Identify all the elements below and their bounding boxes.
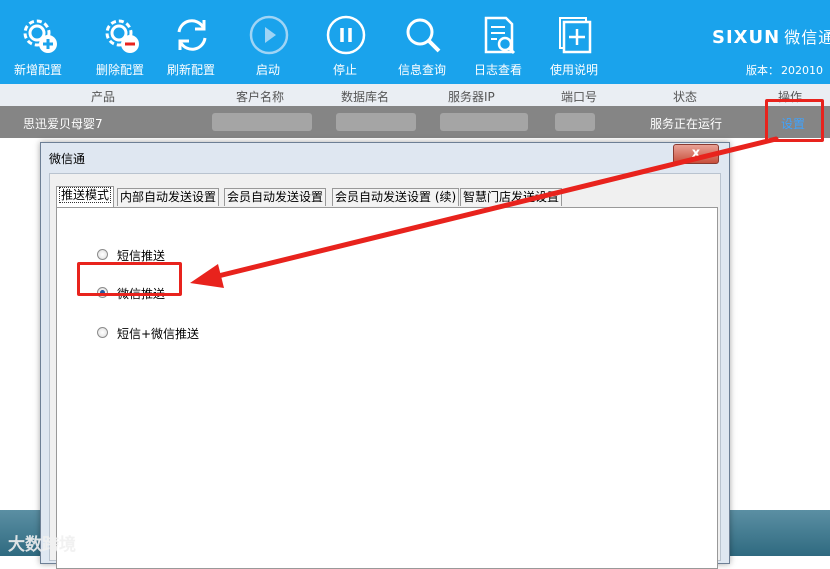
radio-unchecked-icon[interactable] <box>97 249 108 260</box>
annotation-box-wechat-push <box>77 262 182 296</box>
brand-name: SIXUN <box>712 27 781 48</box>
column-status: 状态 <box>673 90 698 104</box>
table-header: 产品 客户名称 数据库名 服务器IP 端口号 状态 操作 <box>0 84 830 106</box>
radio-sms-wechat-push-label: 短信+微信推送 <box>117 327 200 341</box>
tab-internal-auto-send-label: 内部自动发送设置 <box>120 190 217 204</box>
column-server-ip: 服务器IP <box>448 90 495 104</box>
column-product: 产品 <box>91 90 116 104</box>
log-view-button[interactable]: 日志查看 <box>463 0 533 84</box>
brand-logo: SIXUN 微信通 <box>712 24 830 48</box>
tab-push-mode[interactable]: 推送模式 <box>56 186 115 207</box>
delete-config-label: 删除配置 <box>95 63 144 77</box>
watermark-text: 大数跨境 <box>8 535 76 555</box>
manual-icon <box>559 17 592 54</box>
row-status: 服务正在运行 <box>650 117 723 131</box>
column-port: 端口号 <box>561 90 598 104</box>
refresh-icon <box>177 19 207 51</box>
wechat-dialog: 微信通 x 推送模式 内部自动发送设置 会员自动发送设置 会员自动发送设置 (续… <box>40 142 730 569</box>
tab-smart-store-send-label: 智慧门店发送设置 <box>463 190 560 204</box>
toolbar: 新增配置 删除配置 刷新配置 启动 停止 信息查询 日志查看 使用说明 SIXU… <box>0 0 830 84</box>
table-row[interactable]: 思迅爱贝母婴7 服务正在运行 设置 <box>0 106 830 138</box>
row-product: 思迅爱贝母婴7 <box>23 117 103 131</box>
version-label: 版本： <box>746 64 779 77</box>
refresh-config-button[interactable]: 刷新配置 <box>156 0 226 84</box>
stop-button[interactable]: 停止 <box>310 0 380 84</box>
user-manual-button[interactable]: 使用说明 <box>539 0 609 84</box>
info-query-button[interactable]: 信息查询 <box>387 0 457 84</box>
brand-subtitle: 微信通 <box>784 28 830 47</box>
tab-internal-auto-send[interactable]: 内部自动发送设置 <box>117 188 220 206</box>
log-view-label: 日志查看 <box>473 63 522 77</box>
column-customer-name: 客户名称 <box>236 90 285 104</box>
radio-unchecked-icon[interactable] <box>97 327 108 338</box>
gear-minus-icon <box>105 19 139 53</box>
close-button[interactable]: x <box>673 144 719 164</box>
delete-config-button[interactable]: 删除配置 <box>85 0 155 84</box>
version-info: 版本： 202010 <box>746 62 823 78</box>
stop-label: 停止 <box>332 63 357 77</box>
add-config-label: 新增配置 <box>13 63 62 77</box>
dialog-client: 推送模式 内部自动发送设置 会员自动发送设置 会员自动发送设置 (续) 智慧门店… <box>49 173 721 569</box>
play-icon <box>249 15 289 55</box>
start-label: 启动 <box>255 63 280 77</box>
watermark-logo: 大数跨境 <box>8 530 76 555</box>
gear-plus-icon <box>23 19 57 53</box>
tab-member-auto-send[interactable]: 会员自动发送设置 <box>224 188 327 206</box>
tab-member-auto-send-cont-label: 会员自动发送设置 (续) <box>335 190 457 204</box>
annotation-box-settings <box>765 99 824 142</box>
redacted-port <box>555 113 595 131</box>
tab-smart-store-send[interactable]: 智慧门店发送设置 <box>460 188 563 206</box>
user-manual-label: 使用说明 <box>549 63 598 77</box>
tab-member-auto-send-cont[interactable]: 会员自动发送设置 (续) <box>332 188 460 206</box>
search-icon <box>406 18 441 53</box>
pause-icon <box>326 15 366 55</box>
redacted-customer-name <box>212 113 312 131</box>
start-button[interactable]: 启动 <box>233 0 303 84</box>
log-search-icon <box>484 16 516 55</box>
refresh-config-label: 刷新配置 <box>166 63 215 77</box>
info-query-label: 信息查询 <box>397 63 446 77</box>
version-value: 202010 <box>781 64 823 77</box>
column-database-name: 数据库名 <box>341 90 390 104</box>
redacted-database-name <box>336 113 416 131</box>
dialog-title: 微信通 <box>49 152 86 166</box>
tab-push-mode-label: 推送模式 <box>59 187 112 203</box>
close-icon: x <box>691 146 701 161</box>
tab-member-auto-send-label: 会员自动发送设置 <box>227 190 324 204</box>
add-config-button[interactable]: 新增配置 <box>3 0 73 84</box>
redacted-server-ip <box>440 113 528 131</box>
